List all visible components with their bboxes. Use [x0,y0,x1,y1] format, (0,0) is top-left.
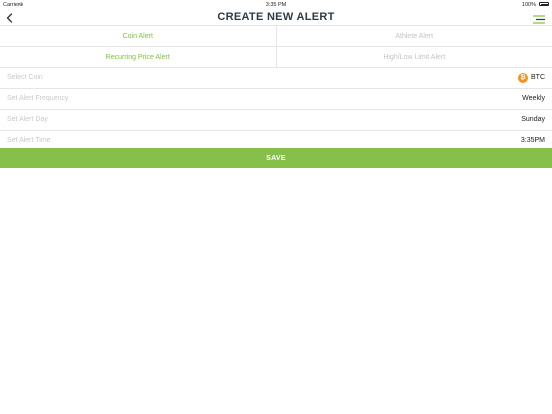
page-title: CREATE NEW ALERT [217,11,335,23]
alert-day-label: Set Alert Day [7,116,48,123]
battery-icon [539,2,549,6]
status-bar: Carrier ⊕ 3:35 PM 100% [0,0,552,9]
menu-button[interactable] [532,12,546,24]
alert-time-value: 3:35PM [520,137,545,144]
alert-time-label: Set Alert Time [7,137,51,144]
menu-icon [533,15,545,24]
battery-percent: 100% [521,1,536,8]
alert-type-tabs: Coin Alert Athlete Alert Recurring Price… [0,26,552,68]
status-time: 3:35 PM [265,1,287,8]
select-coin-label: Select Coin [7,74,43,81]
alert-frequency-value: Weekly [522,95,545,102]
alert-form: Select Coin ₿ BTC Set Alert Frequency We… [0,68,552,152]
bitcoin-icon: ₿ [518,72,528,83]
tab-row-1: Coin Alert Athlete Alert [0,26,552,47]
nav-bar: CREATE NEW ALERT [0,9,552,26]
select-coin-value: BTC [531,74,545,81]
tab-high-low-limit-alert[interactable]: High/Low Limit Alert [277,47,552,67]
save-button[interactable]: SAVE [0,148,552,168]
select-coin-field[interactable]: Select Coin ₿ BTC [0,68,552,89]
tab-coin-alert[interactable]: Coin Alert [0,26,277,46]
alert-day-value: Sunday [521,116,545,123]
tab-recurring-price-alert[interactable]: Recurring Price Alert [0,47,277,67]
alert-frequency-label: Set Alert Frequency [7,95,69,102]
alert-frequency-field[interactable]: Set Alert Frequency Weekly [0,89,552,110]
tab-row-2: Recurring Price Alert High/Low Limit Ale… [0,47,552,68]
alert-day-field[interactable]: Set Alert Day Sunday [0,110,552,131]
tab-athlete-alert[interactable]: Athlete Alert [277,26,552,46]
